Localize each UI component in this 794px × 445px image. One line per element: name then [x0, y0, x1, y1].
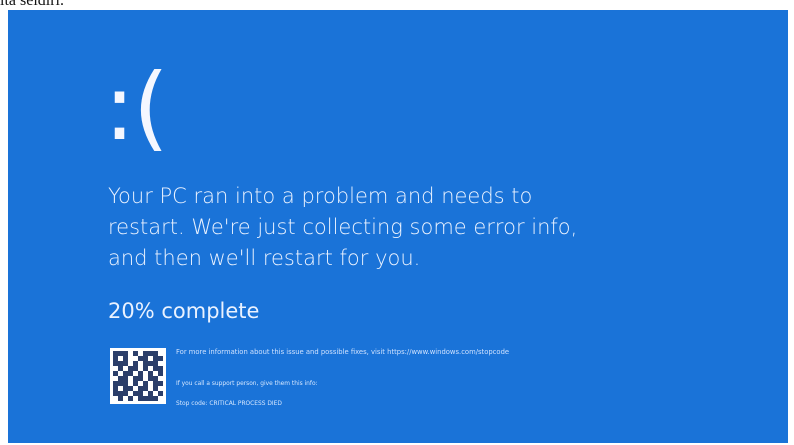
more-info-link-text: For more information about this issue an… [176, 348, 510, 356]
error-message: Your PC ran into a problem and needs to … [108, 184, 578, 270]
stop-code-text: Stop code: CRITICAL PROCESS DIED [176, 401, 282, 407]
screenshot-frame: ita seldiri. :( Your PC ran into a probl… [0, 0, 794, 445]
progress-text: 20% complete [108, 299, 260, 323]
blue-screen-of-death: :( Your PC ran into a problem and needs … [8, 10, 788, 443]
support-hint-text: If you call a support person, give them … [176, 381, 318, 387]
sad-face-icon: :( [104, 54, 169, 161]
qr-code-grid [113, 351, 163, 401]
qr-cell [158, 396, 163, 401]
top-cropped-text: ita seldiri. [0, 0, 64, 9]
qr-code-icon [110, 348, 166, 404]
